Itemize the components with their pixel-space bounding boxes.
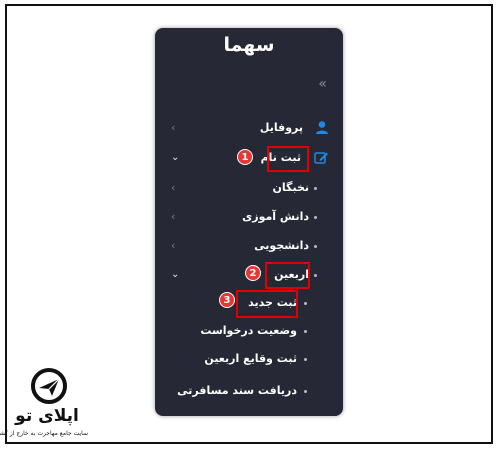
menu-item-record-events[interactable]: ثبت وقایع اربعین [155,348,343,370]
bullet-icon [304,358,307,361]
chevron-left-icon: ‹ [171,239,176,252]
step-marker: 3 [219,292,235,308]
menu-item-travel-document[interactable]: دریافت سند مسافرتی [155,380,343,402]
menu-item-label: وضعیت درخواست [200,324,297,337]
bullet-icon [314,245,317,248]
bullet-icon [314,216,317,219]
bullet-icon [304,302,307,305]
bullet-icon [304,330,307,333]
menu-item-request-status[interactable]: وضعیت درخواست [155,320,343,342]
brand-name: اپلای تو [15,406,79,426]
menu-item-profile[interactable]: ‹ پروفایل [155,117,343,139]
highlight-new-registration [236,290,298,318]
chevron-down-icon: ⌄ [171,269,180,280]
collapse-sidebar-icon[interactable]: « [318,76,327,92]
user-icon [316,121,328,134]
menu-item-label: ثبت وقایع اربعین [204,352,297,365]
sidebar-panel: سهما « ‹ پروفایل ⌄ ثبت نام ‹ نخبگان ‹ دا… [155,28,343,416]
brand-tagline: سایت جامع مهاجرت به خارج از کشور [0,430,88,437]
chevron-left-icon: ‹ [171,121,176,134]
highlight-registration [267,146,309,172]
chevron-left-icon: ‹ [171,181,176,194]
app-title: سهما [223,34,275,56]
brand-emblem-icon [31,368,67,404]
bullet-icon [314,187,317,190]
menu-item-elites[interactable]: ‹ نخبگان [155,177,343,199]
menu-item-label: نخبگان [272,181,309,194]
menu-item-school-students[interactable]: ‹ دانش آموزی [155,206,343,228]
menu-item-label: دریافت سند مسافرتی [177,384,297,397]
edit-icon [314,152,328,164]
menu-item-label: پروفایل [259,121,303,134]
chevron-down-icon: ⌄ [171,152,180,163]
step-marker: 2 [245,265,261,281]
menu-item-label: دانش آموزی [242,210,309,223]
chevron-left-icon: ‹ [171,210,176,223]
menu-item-label: دانشجویی [254,239,309,252]
menu-item-university[interactable]: ‹ دانشجویی [155,235,343,257]
step-marker: 1 [237,149,253,165]
brand-logo: اپلای تو سایت جامع مهاجرت به خارج از کشو… [0,360,88,446]
bullet-icon [304,390,307,393]
bullet-icon [314,274,317,277]
highlight-arbaeen [265,262,310,289]
